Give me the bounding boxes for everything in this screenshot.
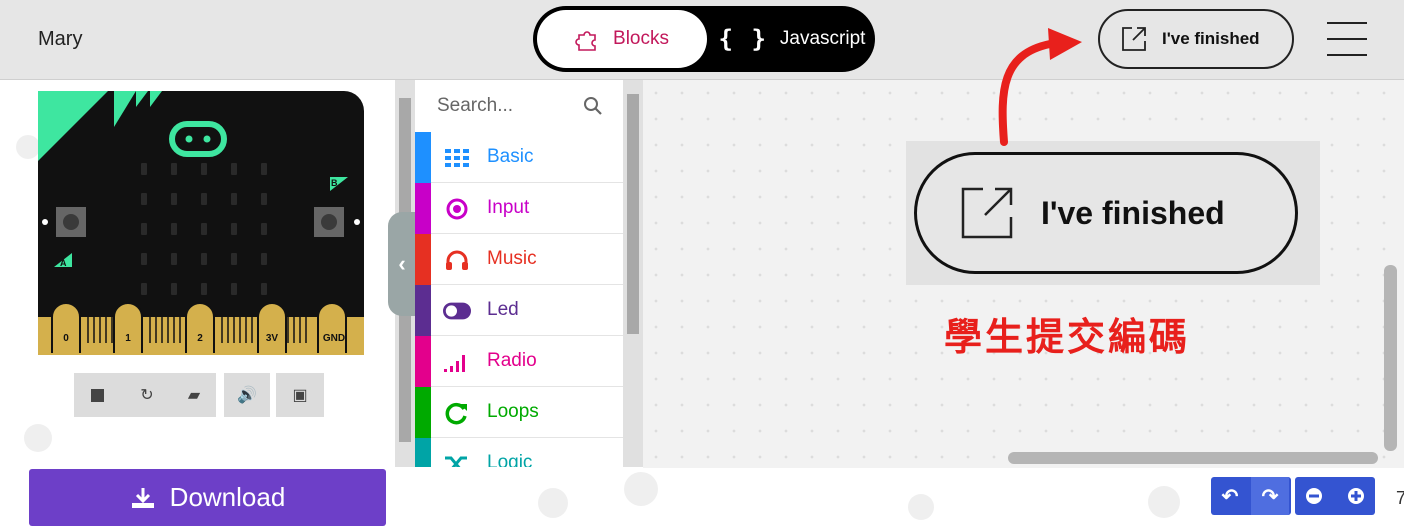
collapse-simulator-button[interactable]: ‹ (388, 212, 416, 316)
fullscreen-icon[interactable]: ▣ (276, 373, 324, 417)
deco-circle (908, 494, 934, 520)
puzzle-icon (575, 31, 596, 51)
external-link-icon (961, 187, 1013, 239)
svg-text:A: A (60, 258, 67, 268)
category-color-bar (415, 336, 431, 387)
target-icon (443, 195, 471, 223)
stop-icon[interactable] (74, 373, 120, 417)
pin-label: 1 (125, 333, 131, 344)
javascript-label: Javascript (779, 28, 866, 49)
category-label: Basic (487, 146, 534, 167)
braces-icon: { } (718, 25, 768, 53)
category-basic[interactable]: Basic (415, 132, 623, 183)
category-logic[interactable]: Logic (415, 438, 623, 467)
shuffle-icon (443, 450, 471, 467)
category-color-bar (415, 132, 431, 183)
finished-button-zoomed: I've finished (914, 152, 1298, 274)
download-icon (131, 487, 154, 508)
category-label: Led (487, 299, 519, 320)
category-color-bar (415, 387, 431, 438)
blocks-label: Blocks (613, 28, 669, 49)
simulator-panel: A B 0 1 2 3V GND ↻ ▰ 🔊 ▣ Download (0, 80, 388, 526)
category-color-bar (415, 285, 431, 336)
category-label: Loops (487, 401, 539, 422)
pin-label: 0 (63, 333, 69, 344)
finished-button[interactable]: I've finished (1098, 9, 1294, 69)
deco-circle (624, 472, 658, 506)
user-name: Mary (38, 28, 83, 50)
blocks-tab[interactable]: Blocks (537, 10, 707, 68)
category-label: Logic (487, 452, 533, 467)
download-label: Download (169, 482, 286, 512)
annotation-text: 學生提交編碼 (944, 315, 1191, 359)
download-button[interactable]: Download (29, 469, 386, 526)
pin-label: 2 (197, 333, 203, 344)
zoom-out-icon[interactable] (1295, 477, 1333, 515)
finished-label: I've finished (1162, 29, 1260, 48)
workspace-vertical-scrollbar[interactable] (1384, 265, 1397, 451)
search-icon[interactable] (583, 96, 603, 116)
category-input[interactable]: Input (415, 183, 623, 234)
category-label: Input (487, 197, 530, 218)
toolbox-search[interactable]: Search... (415, 80, 623, 132)
category-label: Radio (487, 350, 537, 371)
pin-label: 3V (266, 333, 279, 344)
toolbox: Search... Basic Input Music Led Radio Lo… (415, 80, 623, 467)
workspace-horizontal-scrollbar[interactable] (1008, 452, 1378, 464)
snail-icon[interactable]: ▰ (172, 373, 216, 417)
deco-circle (24, 424, 52, 452)
category-radio[interactable]: Radio (415, 336, 623, 387)
toolbox-scrollbar[interactable] (623, 80, 643, 467)
category-label: Music (487, 248, 537, 269)
deco-circle (1148, 486, 1180, 518)
external-link-icon (1122, 27, 1146, 51)
hamburger-menu-icon[interactable] (1327, 20, 1367, 58)
headphones-icon (443, 246, 471, 274)
edge-text: 7 (1396, 488, 1404, 508)
refresh-icon (443, 399, 471, 427)
pin-label: GND (323, 333, 345, 344)
toggle-icon (443, 297, 471, 325)
simulator-controls: ↻ ▰ 🔊 ▣ (74, 373, 324, 417)
zoom-group (1295, 477, 1375, 515)
svg-text:B: B (331, 178, 338, 188)
category-led[interactable]: Led (415, 285, 623, 336)
restart-icon[interactable]: ↻ (124, 373, 170, 417)
annotation-arrow-icon (998, 28, 1082, 146)
deco-circle (16, 135, 40, 159)
signal-icon (443, 348, 471, 376)
javascript-tab[interactable]: { } Javascript (713, 10, 871, 68)
undo-icon[interactable]: ↶ (1211, 477, 1249, 515)
finished-label-zoomed: I've finished (1041, 194, 1225, 231)
volume-icon[interactable]: 🔊 (224, 373, 270, 417)
editor-toggle: Blocks { } Javascript (533, 6, 875, 72)
category-loops[interactable]: Loops (415, 387, 623, 438)
category-music[interactable]: Music (415, 234, 623, 285)
search-input[interactable]: Search... (437, 95, 513, 117)
redo-icon[interactable]: ↷ (1251, 477, 1289, 515)
undo-redo-group: ↶ ↷ (1211, 477, 1291, 515)
category-color-bar (415, 183, 431, 234)
deco-circle (538, 488, 568, 518)
top-bar: Mary Blocks { } Javascript I've finished (0, 0, 1404, 80)
grid-icon (443, 144, 471, 172)
scrollbar-thumb[interactable] (627, 94, 639, 334)
microbit-board: A B 0 1 2 3V GND (38, 91, 364, 355)
category-color-bar (415, 438, 431, 467)
zoom-in-icon[interactable] (1337, 477, 1375, 515)
category-color-bar (415, 234, 431, 285)
